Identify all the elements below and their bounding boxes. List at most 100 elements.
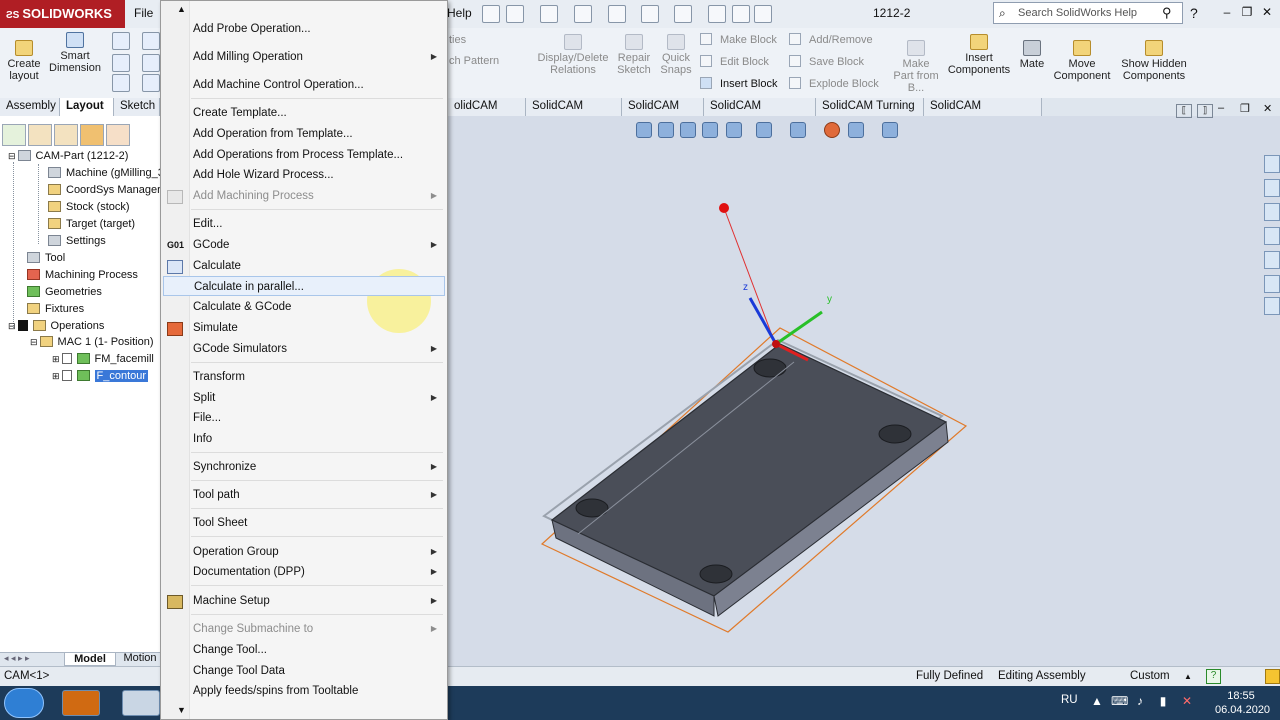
configuration-manager-tab-icon[interactable]	[54, 124, 78, 146]
tab-solidcam-multiaxis[interactable]: SolidCAM Multiaxis	[704, 98, 816, 129]
folder-icon[interactable]	[1264, 227, 1280, 245]
new-document-icon[interactable]	[506, 5, 524, 23]
tree-item-mac1[interactable]: ⊟ MAC 1 (1- Position)	[30, 336, 154, 348]
tree-item-target[interactable]: Target (target)	[48, 218, 135, 230]
menu-item-info[interactable]: Info	[163, 429, 445, 449]
create-layout-button[interactable]: Create layout	[4, 40, 44, 82]
solidworks-resources-icon[interactable]	[1264, 155, 1280, 173]
tab-solidcam-3d[interactable]: SolidCAM 3D	[622, 98, 704, 129]
menu-file[interactable]: File	[134, 6, 153, 20]
display-manager-tab-icon[interactable]	[80, 124, 104, 146]
search-help-input[interactable]: ⌕ Search SolidWorks Help ⚲	[993, 2, 1183, 24]
menu-item-add-machine-control-operation[interactable]: Add Machine Control Operation...	[163, 75, 445, 95]
tab-solidcam-templates[interactable]: SolidCAM Templates	[924, 98, 1042, 129]
file-properties-icon[interactable]	[732, 5, 750, 23]
view-settings-icon[interactable]	[882, 122, 898, 138]
make-block-button[interactable]: Make Block	[700, 33, 777, 46]
tree-item-fm-facemill[interactable]: ⊞ FM_facemill	[52, 353, 154, 365]
menu-item-gcode-simulators[interactable]: GCode Simulators ▶	[163, 339, 445, 359]
save-icon[interactable]	[574, 5, 592, 23]
restore-icon[interactable]: ❐	[1238, 4, 1256, 20]
tree-item-machining-process[interactable]: Machining Process	[27, 269, 138, 281]
custom-properties-icon[interactable]	[1264, 297, 1280, 315]
circle-icon[interactable]	[142, 32, 160, 50]
menu-item-change-submachine[interactable]: Change Submachine to ▶	[163, 619, 445, 639]
tray-network-icon[interactable]: ▮	[1156, 694, 1170, 708]
menu-item-synchronize[interactable]: Synchronize ▶	[163, 457, 445, 477]
quick-snaps-button[interactable]: Quick Snaps	[657, 34, 695, 76]
menu-item-tool-path[interactable]: Tool path ▶	[163, 485, 445, 505]
mate-button[interactable]: Mate	[1015, 40, 1049, 70]
tree-item-geometries[interactable]: Geometries	[27, 286, 102, 298]
operation-checkbox[interactable]	[61, 353, 72, 364]
smart-dimension-button[interactable]: Smart Dimension	[48, 32, 102, 74]
hide-show-items-icon[interactable]	[790, 122, 806, 138]
polygon-icon[interactable]	[142, 74, 160, 92]
appearance-icon[interactable]	[824, 122, 840, 138]
insert-components-button[interactable]: Insert Components	[946, 34, 1012, 76]
menu-item-change-tool[interactable]: Change Tool...	[163, 640, 445, 660]
partial-pattern-button[interactable]: ch Pattern	[449, 55, 499, 67]
menu-item-documentation-dpp[interactable]: Documentation (DPP) ▶	[163, 562, 445, 582]
tab-solidcam-turning[interactable]: SolidCAM Turning	[816, 98, 924, 116]
property-manager-tab-icon[interactable]	[28, 124, 52, 146]
tree-item-tool[interactable]: Tool	[27, 252, 65, 264]
tree-item-machine[interactable]: Machine (gMilling_3x	[48, 167, 169, 179]
notification-icon[interactable]	[1265, 669, 1280, 684]
tab-assembly[interactable]: Assembly	[0, 98, 60, 116]
tray-volume-icon[interactable]: ♪	[1133, 694, 1147, 708]
menu-item-apply-feeds-spins[interactable]: Apply feeds/spins from Tooltable	[163, 681, 445, 701]
menu-item-create-template[interactable]: Create Template...	[163, 103, 445, 123]
viewport-tile-icon[interactable]: ⟦	[1176, 104, 1192, 118]
line-icon[interactable]	[112, 32, 130, 50]
minimize-icon[interactable]: –	[1218, 4, 1236, 20]
scene-icon[interactable]	[848, 122, 864, 138]
menu-item-add-milling-operation[interactable]: Add Milling Operation ▶	[163, 47, 445, 67]
tray-expand-icon[interactable]: ▲	[1090, 694, 1104, 708]
tree-item-stock[interactable]: Stock (stock)	[48, 201, 130, 213]
edit-block-button[interactable]: Edit Block	[700, 55, 769, 68]
slot-icon[interactable]	[112, 74, 130, 92]
feature-manager-tab-icon[interactable]	[2, 124, 26, 146]
menu-item-add-hole-wizard-process[interactable]: Add Hole Wizard Process...	[163, 165, 445, 185]
menu-scroll-down-icon[interactable]: ▼	[177, 705, 186, 715]
solidworks-taskbar-icon[interactable]	[122, 690, 160, 716]
menu-item-calculate-in-parallel[interactable]: Calculate in parallel...	[163, 276, 445, 296]
operation-checkbox[interactable]	[61, 370, 72, 381]
design-library-icon[interactable]	[1264, 179, 1280, 197]
menu-item-add-operation-from-template[interactable]: Add Operation from Template...	[163, 124, 445, 144]
solidcam-manager-tab-icon[interactable]	[106, 124, 130, 146]
save-block-button[interactable]: Save Block	[789, 55, 864, 68]
section-view-icon[interactable]	[702, 122, 718, 138]
tree-item-f-contour[interactable]: ⊞ F_contour	[52, 370, 149, 382]
display-delete-relations-button[interactable]: Display/Delete Relations	[532, 34, 614, 76]
menu-item-tool-sheet[interactable]: Tool Sheet	[163, 513, 445, 533]
file-explorer-icon[interactable]	[1264, 203, 1280, 221]
close-icon[interactable]: ✕	[1258, 4, 1276, 20]
tab-solidcam-afrm[interactable]: SolidCAM AFRM	[526, 98, 622, 129]
units-up-icon[interactable]: ▲	[1184, 672, 1192, 681]
tab-sketch[interactable]: Sketch	[114, 98, 160, 116]
tray-network-device-icon[interactable]: ⌨	[1111, 694, 1128, 708]
media-player-icon[interactable]	[62, 690, 100, 716]
search-go-icon[interactable]: ⚲	[1162, 5, 1172, 21]
menu-item-operation-group[interactable]: Operation Group ▶	[163, 542, 445, 562]
view-palette-icon[interactable]	[1264, 251, 1280, 269]
open-folder-icon[interactable]	[540, 5, 558, 23]
viewport-cascade-icon[interactable]: ⟧	[1197, 104, 1213, 118]
menu-help[interactable]: Help	[447, 6, 472, 20]
tray-action-center-icon[interactable]: ✕	[1180, 694, 1194, 708]
previous-view-icon[interactable]	[680, 122, 696, 138]
viewport-restore-icon[interactable]: ❐	[1240, 102, 1250, 115]
tree-item-settings[interactable]: Settings	[48, 235, 106, 247]
menu-item-add-probe-operation[interactable]: Add Probe Operation...	[163, 19, 445, 39]
view-orientation-icon[interactable]	[726, 122, 742, 138]
menu-item-change-tool-data[interactable]: Change Tool Data	[163, 661, 445, 681]
tray-clock[interactable]: 18:55 06.04.2020	[1215, 689, 1270, 717]
make-part-from-block-button[interactable]: Make Part from B...	[893, 40, 939, 94]
move-component-button[interactable]: Move Component	[1052, 40, 1112, 82]
explode-block-button[interactable]: Explode Block	[789, 77, 879, 90]
tab-solidcam-2-5d[interactable]: olidCAM 2.5D	[448, 98, 526, 129]
menu-item-split[interactable]: Split ▶	[163, 388, 445, 408]
menu-item-calculate-and-gcode[interactable]: Calculate & GCode	[163, 297, 445, 317]
